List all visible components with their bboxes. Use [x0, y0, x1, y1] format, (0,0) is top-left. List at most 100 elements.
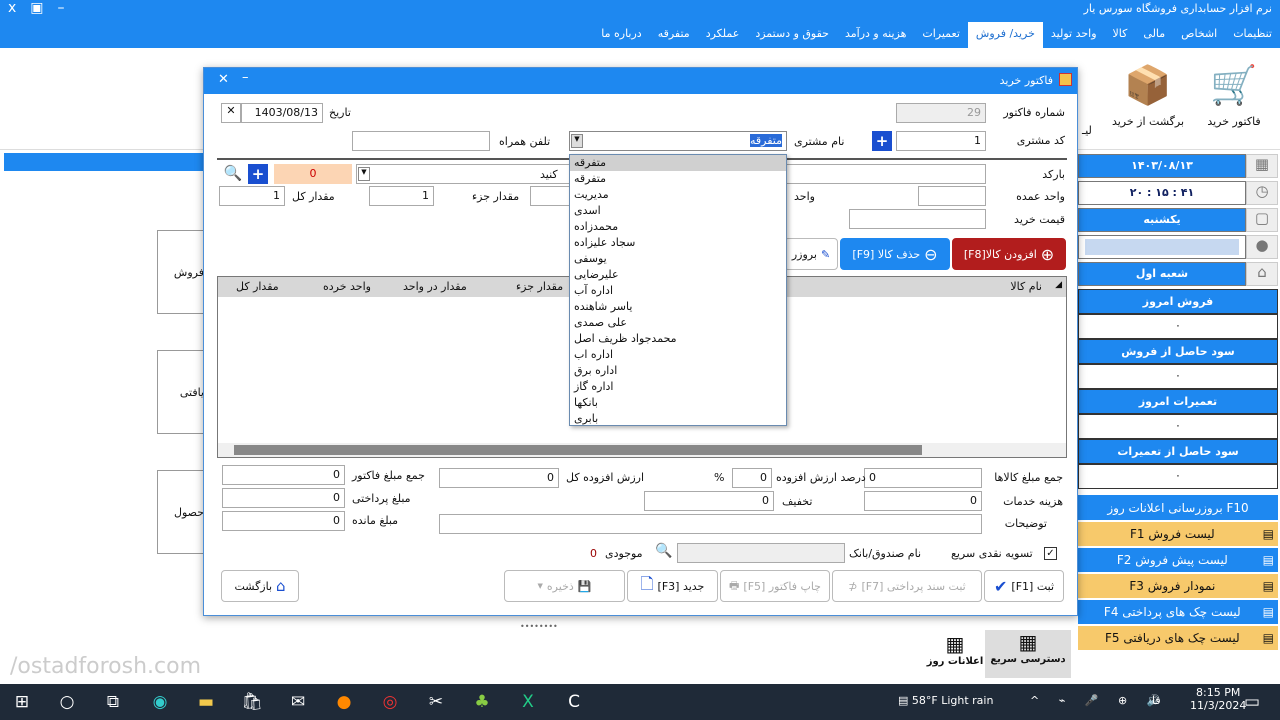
- cashbox-field[interactable]: [677, 543, 845, 563]
- quick-link[interactable]: ▤ نمودار فروش F3: [1078, 574, 1278, 598]
- resize-grip[interactable]: ••••••••: [520, 622, 558, 631]
- column-header[interactable]: مقدار کل: [236, 280, 279, 293]
- windows-start-icon[interactable]: ⊞: [10, 690, 34, 714]
- customer-name-combobox[interactable]: متفرقه: [569, 131, 787, 151]
- customer-option[interactable]: اسدی: [570, 203, 786, 219]
- chevron-down-icon[interactable]: ▼: [358, 167, 370, 181]
- store-icon[interactable]: 🛍: [240, 690, 264, 714]
- refresh-notices-button[interactable]: بروزرسانی اعلانات روز F10: [1078, 495, 1278, 520]
- menu-item[interactable]: تنظیمات: [1225, 22, 1280, 48]
- paid-amount-field[interactable]: 0: [222, 488, 345, 508]
- customer-option[interactable]: علی صمدی: [570, 315, 786, 331]
- customer-option[interactable]: محمدجواد ظریف اصل: [570, 331, 786, 347]
- invoice-number-field[interactable]: 29: [896, 103, 986, 123]
- customer-option[interactable]: اداره برق: [570, 363, 786, 379]
- bg-tile[interactable]: حصول: [157, 470, 205, 554]
- close-window-button[interactable]: x: [8, 0, 16, 16]
- quick-link[interactable]: ▤ لیست چک های پرداختی F4: [1078, 600, 1278, 624]
- services-cost-field[interactable]: 0: [864, 491, 982, 511]
- clear-date-button[interactable]: ✕: [221, 103, 241, 123]
- file-explorer-icon[interactable]: ▬: [194, 690, 218, 714]
- menu-item[interactable]: اشخاص: [1173, 22, 1225, 48]
- menu-item[interactable]: کالا: [1105, 22, 1136, 48]
- customer-option[interactable]: علیرضایی: [570, 267, 786, 283]
- add-customer-button[interactable]: +: [872, 131, 892, 151]
- add-product-f8-button[interactable]: ⊕ افزودن کالا[F8]: [952, 238, 1066, 270]
- bg-tile[interactable]: یافتی: [157, 350, 205, 434]
- task-view-icon[interactable]: ⧉: [101, 690, 125, 714]
- unit-field[interactable]: [530, 186, 570, 206]
- menu-item[interactable]: هزینه و درآمد: [837, 22, 914, 48]
- notification-icon[interactable]: ▭: [1240, 690, 1264, 714]
- menu-item[interactable]: مالی: [1135, 22, 1173, 48]
- new-f3-button[interactable]: جدید [F3] 🗋: [627, 570, 718, 602]
- customer-option[interactable]: بانکها: [570, 395, 786, 411]
- update-product-button[interactable]: ✎ بروزر: [784, 238, 838, 270]
- excel-icon[interactable]: X: [516, 690, 540, 714]
- daily-notices-tile[interactable]: ▦ اعلانات روز: [925, 632, 985, 678]
- mobile-field[interactable]: [352, 131, 490, 151]
- customer-option[interactable]: یوسفی: [570, 251, 786, 267]
- menu-item[interactable]: متفرقه: [650, 22, 698, 48]
- payment-document-f7-button[interactable]: ثبت سند پرداختی [F7] ⊄: [832, 570, 982, 602]
- weather-widget[interactable]: ▤ 58°F Light rain: [898, 694, 993, 707]
- quick-cash-checkbox[interactable]: ✓: [1044, 547, 1057, 560]
- customer-option[interactable]: اداره اب: [570, 347, 786, 363]
- menu-item[interactable]: حقوق و دستمزد: [747, 22, 837, 48]
- goods-total-field[interactable]: 0: [864, 468, 982, 488]
- customer-code-field[interactable]: 1: [896, 131, 986, 151]
- partial-qty-field[interactable]: 1: [369, 186, 434, 206]
- dialog-minimize-button[interactable]: –: [242, 70, 249, 85]
- customer-option[interactable]: یاسر شاهنده: [570, 299, 786, 315]
- edge-icon[interactable]: ◉: [148, 690, 172, 714]
- menu-item[interactable]: عملکرد: [698, 22, 748, 48]
- barcode-field[interactable]: [786, 164, 986, 184]
- remaining-amount-field[interactable]: 0: [222, 511, 345, 531]
- customer-option[interactable]: متفرقه: [570, 171, 786, 187]
- customer-option[interactable]: اداره آب: [570, 283, 786, 299]
- bg-tile[interactable]: فروش: [157, 230, 205, 314]
- customer-option[interactable]: محمدزاده: [570, 219, 786, 235]
- minimize-window-button[interactable]: –: [58, 0, 65, 16]
- invoice-total-field[interactable]: 0: [222, 465, 345, 485]
- language-indicator[interactable]: فا: [1152, 694, 1161, 707]
- restore-window-button[interactable]: ▣: [30, 0, 43, 16]
- chevron-down-icon[interactable]: ▼: [571, 134, 583, 148]
- vat-percent-field[interactable]: 0: [732, 468, 772, 488]
- submit-f1-button[interactable]: ثبت [F1] ✔: [984, 570, 1064, 602]
- quick-access-tile[interactable]: ▦ دسترسی سریع: [985, 630, 1071, 678]
- back-button[interactable]: ⌂ بازگشت: [221, 570, 299, 602]
- wholesale-unit-field[interactable]: [918, 186, 986, 206]
- search-circle-icon[interactable]: ○: [55, 690, 79, 714]
- purchase-return-button[interactable]: 📦 برگشت از خرید: [1108, 55, 1188, 145]
- save-button[interactable]: 💾 ذخیره ▼: [504, 570, 625, 602]
- quick-link[interactable]: ▤ لیست چک های دریافتی F5: [1078, 626, 1278, 650]
- discount-field[interactable]: 0: [644, 491, 774, 511]
- purchase-invoice-button[interactable]: 🛒 فاکتور خرید: [1198, 55, 1270, 145]
- clock[interactable]: 8:15 PM 11/3/2024: [1190, 686, 1246, 712]
- search-icon[interactable]: 🔍: [222, 164, 244, 184]
- vat-total-field[interactable]: 0: [439, 468, 559, 488]
- quick-link[interactable]: ▤ لیست پیش فروش F2: [1078, 548, 1278, 572]
- customer-option[interactable]: مدیریت: [570, 187, 786, 203]
- print-invoice-f5-button[interactable]: چاپ فاکتور [F5] 🖶: [720, 570, 830, 602]
- quick-link[interactable]: ▤ لیست فروش F1: [1078, 522, 1278, 546]
- column-header[interactable]: مقدار جزء: [516, 280, 563, 293]
- menu-item[interactable]: واحد تولید: [1043, 22, 1105, 48]
- date-field[interactable]: 1403/08/13: [241, 103, 323, 123]
- add-product-button[interactable]: +: [248, 164, 268, 184]
- customer-option[interactable]: سجاد علیزاده: [570, 235, 786, 251]
- search-icon[interactable]: 🔍: [653, 543, 675, 563]
- chrome-icon[interactable]: ◎: [378, 690, 402, 714]
- horizontal-scrollbar[interactable]: [218, 443, 1066, 457]
- customer-option[interactable]: بابری: [570, 411, 786, 427]
- dialog-close-button[interactable]: ✕: [218, 72, 229, 87]
- app-icon[interactable]: ♣: [470, 690, 494, 714]
- menu-item[interactable]: خرید/ فروش: [967, 22, 1043, 48]
- menu-item[interactable]: تعمیرات: [914, 22, 968, 48]
- delete-product-f9-button[interactable]: ⊖ حذف کالا [F9]: [840, 238, 950, 270]
- customer-option[interactable]: متفرقه: [570, 155, 786, 171]
- notes-field[interactable]: [439, 514, 982, 534]
- app-c-icon[interactable]: C: [562, 690, 586, 714]
- menu-item[interactable]: درباره ما: [593, 22, 649, 48]
